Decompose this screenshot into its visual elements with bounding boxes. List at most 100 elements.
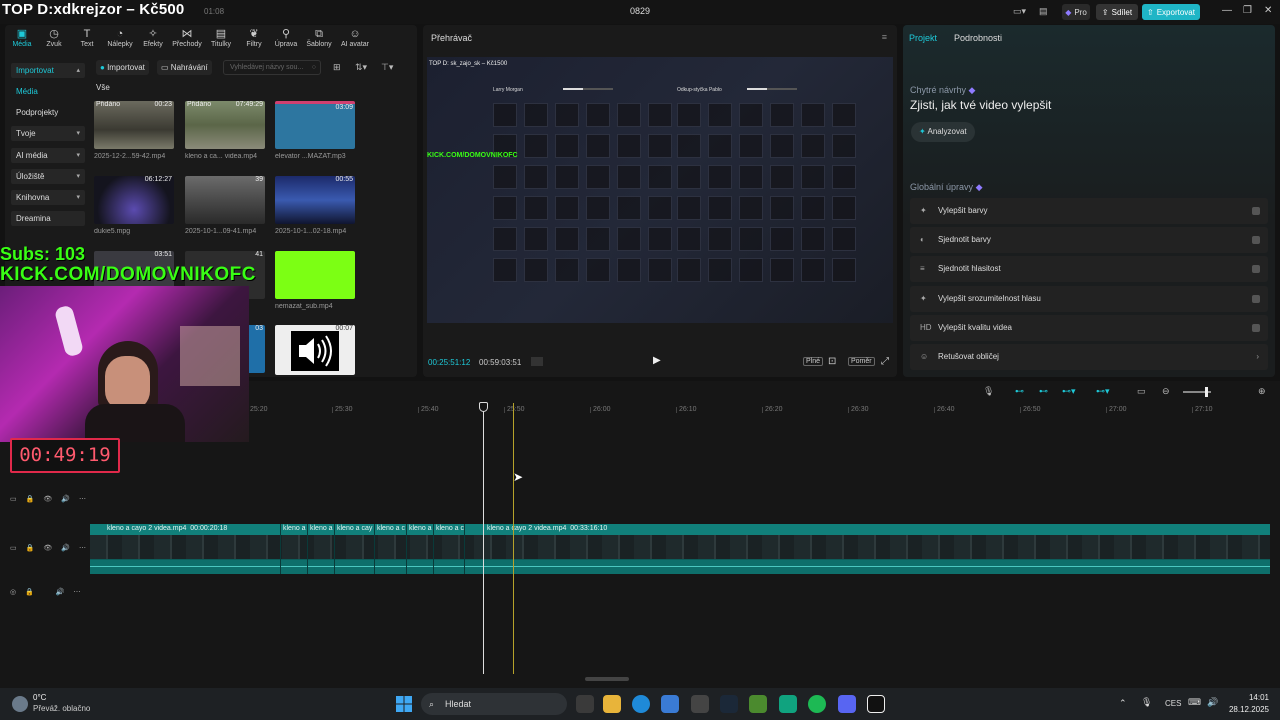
fullscreen-icon[interactable]: ⤢	[881, 356, 889, 367]
horizontal-scrollbar[interactable]	[585, 677, 629, 681]
maximize-icon[interactable]: ❐	[1243, 5, 1252, 16]
video-clip-track[interactable]: kleno a cayo 2 videa.mp4 00:00:20:18 kle…	[90, 524, 1270, 574]
task-view-icon[interactable]	[576, 695, 594, 713]
nav-ai-media[interactable]: AI média ▾	[11, 148, 85, 163]
playhead-handle[interactable]	[479, 402, 488, 412]
spotify-icon[interactable]	[808, 695, 826, 713]
tab-adjust[interactable]: ⚲ Úprava	[269, 27, 303, 48]
timecode-icon[interactable]	[531, 357, 543, 366]
screenshot-icon[interactable]: ⊡	[828, 356, 836, 367]
tab-filters[interactable]: ❦ Filtry	[237, 27, 271, 48]
volume-icon[interactable]: 🔊	[61, 544, 70, 552]
store-icon[interactable]	[661, 695, 679, 713]
layout-icon[interactable]: ▭▾	[1013, 6, 1026, 17]
weather-temp[interactable]: 0°C	[33, 693, 46, 702]
export-button[interactable]: ⇧ Exportovat	[1142, 4, 1200, 20]
tab-media[interactable]: ▣ Média	[5, 27, 39, 48]
tray-chevron-icon[interactable]: ⌃	[1119, 698, 1127, 709]
weather-desc[interactable]: Převáž. oblačno	[33, 704, 90, 713]
adjust-voice-clarity[interactable]: ✦ Vylepšit srozumitelnost hlasu	[910, 286, 1268, 312]
media-item[interactable]: Přidáno 07:49:29 kleno a ca... videa.mp4	[185, 101, 265, 160]
nav-subprojects[interactable]: Podprojekty	[11, 105, 85, 120]
nav-library[interactable]: Knihovna ▾	[11, 190, 85, 205]
more-icon[interactable]: ⋯	[74, 588, 81, 596]
tab-stickers[interactable]: ◔ Nálepky	[103, 27, 137, 48]
adjust-video-quality[interactable]: HD Vylepšit kvalitu videa	[910, 315, 1268, 341]
steam-icon[interactable]	[720, 695, 738, 713]
toggle[interactable]	[1252, 207, 1260, 215]
lock-icon[interactable]: 🔒	[25, 588, 34, 596]
windows-start-icon[interactable]	[396, 696, 412, 712]
weather-icon[interactable]	[12, 696, 28, 712]
toggle[interactable]	[1252, 265, 1260, 273]
tab-effects[interactable]: ✧ Efekty	[136, 27, 170, 48]
minimize-icon[interactable]: —	[1222, 5, 1232, 16]
adjust-match-colors[interactable]: ◐ Sjednotit barvy	[910, 227, 1268, 253]
eye-icon[interactable]: 👁	[43, 495, 52, 503]
tab-captions[interactable]: ▤ Titulky	[204, 27, 238, 48]
nav-dreamina[interactable]: Dreamina	[11, 211, 85, 226]
media-item[interactable]: Přidáno 00:23 2025-12-2...59-42.mp4	[94, 101, 174, 160]
toggle[interactable]	[1252, 236, 1260, 244]
nav-import[interactable]: Importovat ▴	[11, 63, 85, 78]
media-item[interactable]: 03:09 elevator ...MAZAT.mp3	[275, 101, 355, 160]
chatgpt-icon[interactable]	[779, 695, 797, 713]
media-item[interactable]: 00:55 2025-10-1...02-18.mp4	[275, 176, 355, 235]
nav-storage[interactable]: Úložiště ▾	[11, 169, 85, 184]
volume-icon[interactable]: 🔊	[56, 588, 65, 596]
eye-icon[interactable]: 👁	[43, 544, 52, 552]
file-explorer-icon[interactable]	[603, 695, 621, 713]
discord-icon[interactable]	[838, 695, 856, 713]
sort-icon[interactable]: ⇅▾	[355, 62, 367, 73]
language-indicator[interactable]: CES	[1165, 699, 1181, 708]
shortcuts-icon[interactable]: ▤	[1039, 6, 1048, 17]
nav-yours[interactable]: Tvoje ▾	[11, 126, 85, 141]
grid-view-icon[interactable]: ⊞	[333, 62, 341, 73]
mic-tray-icon[interactable]: 🎙	[1141, 697, 1152, 708]
filter-icon[interactable]: ⊤▾	[381, 62, 393, 73]
analyze-button[interactable]: ✦ Analyzovat	[911, 122, 975, 142]
edge-icon[interactable]	[632, 695, 650, 713]
close-icon[interactable]: ✕	[1264, 5, 1272, 16]
media-item[interactable]: 06:12:27 dukie5.mpg	[94, 176, 174, 235]
share-button[interactable]: ⇪ Sdílet	[1096, 4, 1138, 20]
app-icon[interactable]	[691, 695, 709, 713]
tab-project[interactable]: Projekt	[909, 33, 937, 43]
clock-date[interactable]: 28.12.2025	[1200, 705, 1269, 714]
capcut-icon[interactable]	[867, 695, 885, 713]
adjust-retouch-face[interactable]: ☺ Retušovat obličej ›	[910, 344, 1268, 370]
more-icon[interactable]: ⋯	[79, 544, 86, 552]
media-item[interactable]: 39 2025-10-1...09-41.mp4	[185, 176, 265, 235]
tab-text[interactable]: T Text	[70, 27, 104, 48]
playhead[interactable]	[483, 403, 484, 674]
more-icon[interactable]: ⋯	[79, 495, 86, 503]
adjust-normalize-loudness[interactable]: ≡ Sjednotit hlasitost	[910, 256, 1268, 282]
record-button[interactable]: ▭ Nahrávání	[157, 60, 212, 75]
filter-all[interactable]: Vše	[96, 83, 110, 92]
menu-icon[interactable]: ≡	[882, 32, 887, 42]
tab-transitions[interactable]: ⋈ Přechody	[170, 27, 204, 48]
nav-media[interactable]: Média	[11, 84, 85, 99]
lock-icon[interactable]: 🔒	[26, 544, 35, 552]
play-icon[interactable]: ▶	[653, 355, 661, 366]
toggle[interactable]	[1252, 324, 1260, 332]
tab-ai-avatar[interactable]: ☺ AI avatar	[335, 27, 375, 48]
lock-icon[interactable]: 🔒	[26, 495, 35, 503]
adjust-enhance-colors[interactable]: ✦ Vylepšit barvy	[910, 198, 1268, 224]
tab-details[interactable]: Podrobnosti	[954, 33, 1002, 43]
toggle[interactable]	[1252, 295, 1260, 303]
pro-button[interactable]: ◆ Pro	[1062, 4, 1090, 20]
tab-audio[interactable]: ◷ Zvuk	[37, 27, 71, 48]
media-item[interactable]: 00:07	[275, 325, 355, 375]
video-preview[interactable]: TOP D: sk_zajo_sk – Kč1500 Larry Morgan …	[427, 57, 893, 323]
import-button[interactable]: ● Importovat	[96, 60, 149, 75]
search-input[interactable]: Vyhledávej názvy sou... ○	[223, 60, 321, 75]
app-icon[interactable]	[749, 695, 767, 713]
clock-time[interactable]: 14:01	[1229, 693, 1269, 702]
tab-templates[interactable]: ⧉ Šablony	[302, 27, 336, 48]
taskbar-search[interactable]: ⌕ Hledat	[421, 693, 567, 715]
full-quality-button[interactable]: Plné	[803, 357, 824, 366]
ratio-button[interactable]: Poměr	[848, 357, 875, 366]
media-item[interactable]: nemazat_sub.mp4	[275, 251, 355, 310]
volume-icon[interactable]: 🔊	[61, 495, 70, 503]
